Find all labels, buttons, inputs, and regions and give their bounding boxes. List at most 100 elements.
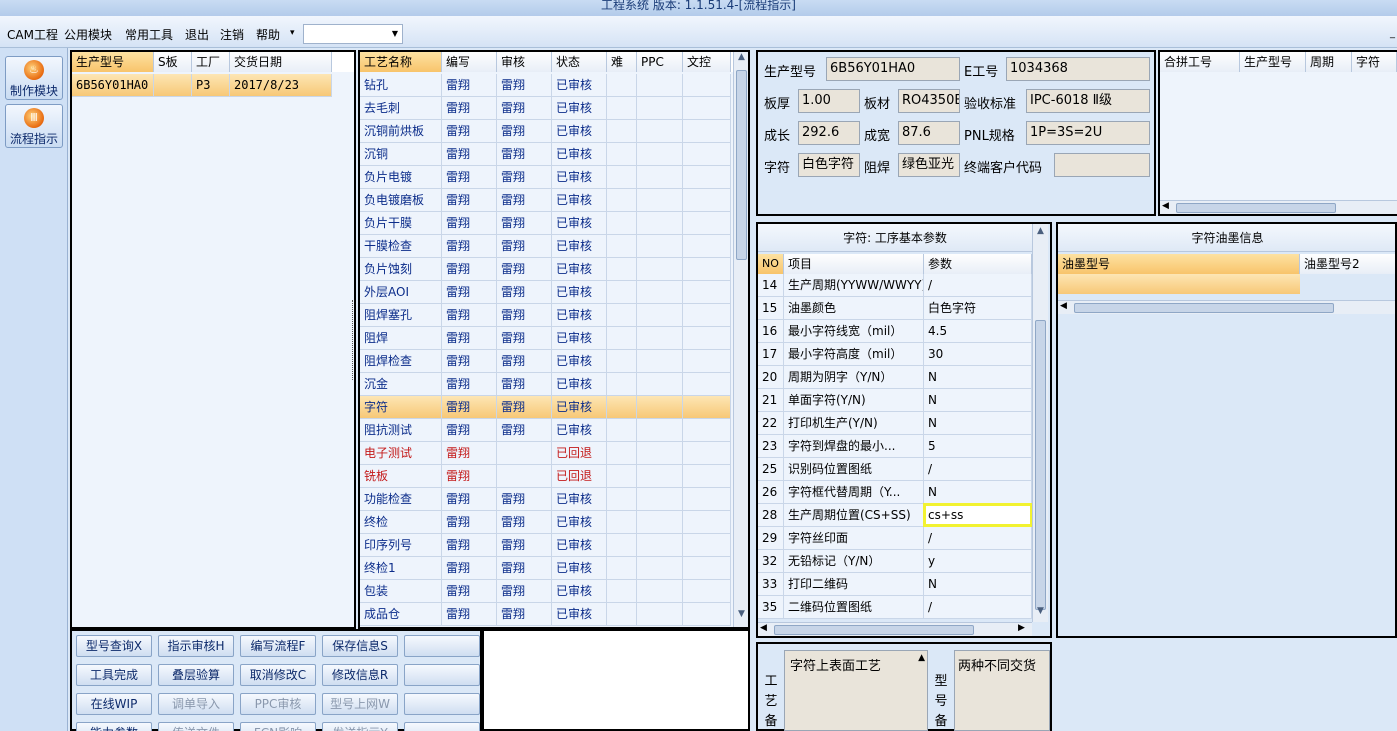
scroll-thumb[interactable]	[736, 70, 747, 260]
scroll-left-icon[interactable]: ◀	[760, 623, 767, 633]
menu-combo-box[interactable]: ▼	[303, 24, 403, 44]
char-field[interactable]: 白色字符	[798, 153, 860, 177]
action-button[interactable]: 传送文件	[158, 722, 234, 731]
header-item[interactable]: 项目	[784, 254, 924, 274]
header-difficulty[interactable]: 难	[607, 52, 637, 72]
action-button[interactable]: PPC审核	[240, 693, 316, 715]
scroll-down-icon[interactable]: ▼	[734, 609, 748, 623]
table-row[interactable]: 沉铜前烘板 雷翔 雷翔 已审核	[360, 120, 731, 143]
header-writer[interactable]: 编写	[442, 52, 497, 72]
menu-public-module[interactable]: 公用模块	[64, 26, 112, 43]
header-status[interactable]: 状态	[552, 52, 607, 72]
table-row[interactable]: 29 字符丝印面 /	[758, 527, 1032, 550]
scroll-up-icon[interactable]: ▲	[734, 52, 748, 66]
action-button[interactable]: 指示审核H	[158, 635, 234, 657]
empty-button[interactable]	[404, 635, 480, 657]
action-button[interactable]: 型号查询Ⅹ	[76, 635, 152, 657]
ink-row[interactable]	[1058, 274, 1300, 294]
header-merge-model[interactable]: 生产型号	[1240, 52, 1306, 72]
action-button[interactable]: 工具完成	[76, 664, 152, 686]
table-row[interactable]: 阻焊检查 雷翔 雷翔 已审核	[360, 350, 731, 373]
table-row[interactable]: 15 油墨颜色 白色字符	[758, 297, 1032, 320]
scroll-thumb[interactable]	[1074, 303, 1334, 313]
table-row[interactable]: 阻焊 雷翔 雷翔 已审核	[360, 327, 731, 350]
action-button[interactable]: 取消修改C	[240, 664, 316, 686]
table-row[interactable]: 印序列号 雷翔 雷翔 已审核	[360, 534, 731, 557]
action-button[interactable]: 在线WIP	[76, 693, 152, 715]
table-row[interactable]: 阻焊塞孔 雷翔 雷翔 已审核	[360, 304, 731, 327]
action-button[interactable]: 型号上网W	[322, 693, 398, 715]
table-row[interactable]: 干膜检查 雷翔 雷翔 已审核	[360, 235, 731, 258]
empty-button[interactable]	[404, 693, 480, 715]
header-factory[interactable]: 工厂	[192, 52, 230, 72]
splitter-handle[interactable]	[352, 300, 356, 380]
table-row[interactable]: 包装 雷翔 雷翔 已审核	[360, 580, 731, 603]
process-note-text[interactable]: 字符上表面工艺 ▲	[784, 650, 928, 731]
table-row[interactable]: 32 无铅标记（Y/N） y	[758, 550, 1032, 573]
model-field[interactable]: 6B56Y01HA0	[826, 57, 960, 81]
table-row[interactable]: 26 字符框代替周期（Y... N	[758, 481, 1032, 504]
width-field[interactable]: 87.6	[898, 121, 960, 145]
menu-help[interactable]: 帮助	[256, 26, 280, 43]
make-module-button[interactable]: ♨ 制作模块	[5, 56, 63, 100]
table-row[interactable]: 17 最小字符高度（mil） 30	[758, 343, 1032, 366]
flow-guide-button[interactable]: Ⅲ 流程指示	[5, 104, 63, 148]
table-row[interactable]: 20 周期为阴字（Y/N） N	[758, 366, 1032, 389]
scroll-left-icon[interactable]: ◀	[1060, 301, 1067, 311]
header-process-name[interactable]: 工艺名称	[360, 52, 442, 72]
table-row[interactable]: 负片干膜 雷翔 雷翔 已审核	[360, 212, 731, 235]
action-button[interactable]: 叠层验算	[158, 664, 234, 686]
table-row[interactable]: 28 生产周期位置(CS+SS) cs+ss	[758, 503, 1033, 527]
menu-logout[interactable]: 注销	[220, 26, 244, 43]
menu-exit[interactable]: 退出	[185, 26, 209, 43]
thickness-field[interactable]: 1.00	[798, 89, 860, 113]
table-row[interactable]: 负片电镀 雷翔 雷翔 已审核	[360, 166, 731, 189]
eno-field[interactable]: 1034368	[1006, 57, 1150, 81]
params-hscrollbar[interactable]: ◀ ▶	[758, 622, 1032, 636]
table-row[interactable]: 23 字符到焊盘的最小... 5	[758, 435, 1032, 458]
header-s-board[interactable]: S板	[154, 52, 192, 72]
table-row[interactable]: 终检1 雷翔 雷翔 已审核	[360, 557, 731, 580]
standard-field[interactable]: IPC-6018 Ⅱ级	[1026, 89, 1150, 113]
scroll-left-icon[interactable]: ◀	[1162, 201, 1169, 211]
table-row[interactable]: 沉金 雷翔 雷翔 已审核	[360, 373, 731, 396]
header-value[interactable]: 参数	[924, 254, 1032, 274]
header-merge-no[interactable]: 合拼工号	[1160, 52, 1240, 72]
scroll-right-icon[interactable]: ▶	[1018, 623, 1025, 633]
header-ink-model2[interactable]: 油墨型号2	[1300, 254, 1395, 274]
scroll-up-icon[interactable]: ▲	[918, 653, 925, 663]
table-row[interactable]: 35 二维码位置图纸 /	[758, 596, 1032, 619]
pnl-field[interactable]: 1P=3S=2U	[1026, 121, 1150, 145]
table-row[interactable]: 14 生产周期(YYWW/WWYY) /	[758, 274, 1032, 297]
help-chevron-down-icon[interactable]: ▾	[290, 28, 295, 38]
minimize-button[interactable]: _	[1390, 28, 1395, 39]
header-merge-cycle[interactable]: 周期	[1306, 52, 1352, 72]
action-button[interactable]: 修改信息R	[322, 664, 398, 686]
mask-field[interactable]: 绿色亚光	[898, 153, 960, 177]
header-no[interactable]: NO	[758, 254, 784, 274]
table-row[interactable]: 22 打印机生产(Y/N) N	[758, 412, 1032, 435]
header-model[interactable]: 生产型号	[72, 52, 154, 72]
table-row[interactable]: 25 识别码位置图纸 /	[758, 458, 1032, 481]
params-vscrollbar[interactable]: ▲ ▼	[1032, 224, 1048, 622]
scroll-thumb[interactable]	[774, 625, 974, 635]
length-field[interactable]: 292.6	[798, 121, 860, 145]
action-button[interactable]: 调单导入	[158, 693, 234, 715]
table-row[interactable]: 沉铜 雷翔 雷翔 已审核	[360, 143, 731, 166]
customer-field[interactable]	[1054, 153, 1150, 177]
ink-hscrollbar[interactable]: ◀	[1058, 300, 1395, 314]
header-doc-control[interactable]: 文控	[683, 52, 731, 72]
action-button[interactable]: 保存信息S	[322, 635, 398, 657]
merge-hscrollbar[interactable]: ◀	[1160, 200, 1397, 214]
table-row[interactable]: 负片蚀刻 雷翔 雷翔 已审核	[360, 258, 731, 281]
scroll-thumb[interactable]	[1035, 320, 1046, 610]
table-row[interactable]: 16 最小字符线宽（mil） 4.5	[758, 320, 1032, 343]
scroll-down-icon[interactable]: ▼	[1033, 606, 1048, 620]
table-row[interactable]: 21 单面字符(Y/N) N	[758, 389, 1032, 412]
table-row[interactable]: 外层AOI 雷翔 雷翔 已审核	[360, 281, 731, 304]
table-row[interactable]: 33 打印二维码 N	[758, 573, 1032, 596]
action-button[interactable]: 发送指示Y	[322, 722, 398, 731]
empty-button[interactable]	[404, 664, 480, 686]
table-row[interactable]: 去毛刺 雷翔 雷翔 已审核	[360, 97, 731, 120]
table-row[interactable]: 字符 雷翔 雷翔 已审核	[360, 396, 731, 419]
